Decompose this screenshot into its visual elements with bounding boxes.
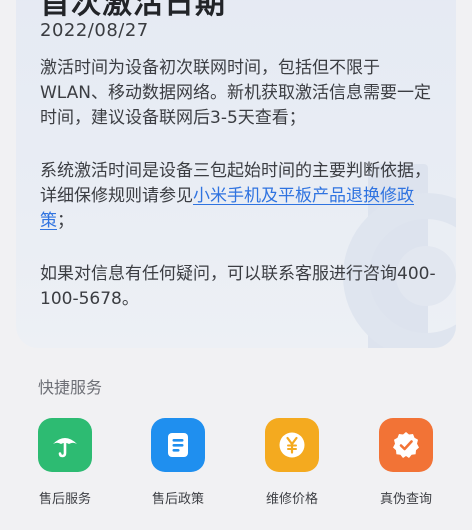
after-sales-policy-button[interactable]: 售后政策	[138, 418, 218, 507]
service-label: 真伪查询	[379, 492, 432, 507]
warranty-note-end: ；	[57, 211, 74, 231]
quick-services: 售后服务 售后政策 维修价格 真伪查询	[0, 418, 472, 518]
service-label: 维修价格	[265, 492, 318, 507]
quick-services-title: 快捷服务	[38, 378, 103, 397]
document-icon	[151, 418, 205, 472]
service-label: 售后服务	[38, 492, 91, 507]
after-sales-service-button[interactable]: 售后服务	[25, 418, 105, 507]
authenticity-check-button[interactable]: 真伪查询	[366, 418, 446, 507]
service-label: 售后政策	[151, 492, 204, 507]
activation-info-card: 首次激活日期 2022/08/27 激活时间为设备初次联网时间，包括但不限于WL…	[16, 0, 456, 348]
page-title: 首次激活日期	[40, 0, 226, 21]
activation-time-note: 激活时间为设备初次联网时间，包括但不限于WLAN、移动数据网络。新机获取激活信息…	[40, 58, 432, 128]
contact-note: 如果对信息有任何疑问，可以联系客服进行咨询400-100-5678。	[40, 264, 436, 309]
repair-price-button[interactable]: 维修价格	[252, 418, 332, 507]
yen-coin-icon	[265, 418, 319, 472]
activation-date: 2022/08/27	[40, 20, 149, 41]
umbrella-icon	[38, 418, 92, 472]
warranty-note: 系统激活时间是设备三包起始时间的主要判断依据，详细保修规则请参见小米手机及平板产…	[40, 159, 438, 234]
verified-badge-icon	[379, 418, 433, 472]
